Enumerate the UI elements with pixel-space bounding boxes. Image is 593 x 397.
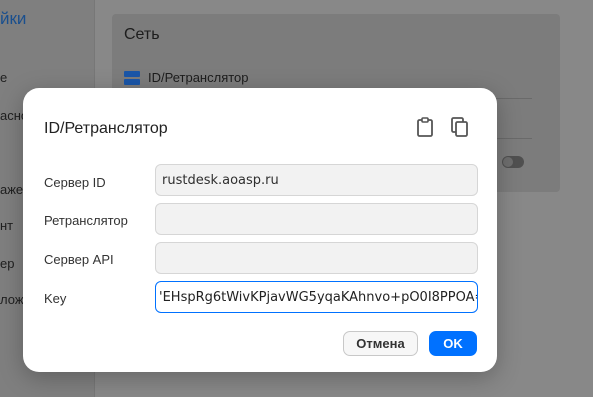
id-relay-row[interactable]: ID/Ретранслятор	[124, 70, 249, 85]
toggle-switch[interactable]	[502, 156, 524, 168]
api-server-label: Сервер API	[44, 252, 114, 267]
sidebar-item[interactable]: ер	[0, 256, 14, 271]
relay-label: Ретранслятор	[44, 213, 128, 228]
network-card-title: Сеть	[124, 26, 160, 43]
sidebar-title: йки	[0, 9, 27, 28]
server-id-input[interactable]: rustdesk.aoasp.ru	[155, 164, 478, 196]
ok-button[interactable]: OK	[429, 331, 477, 356]
cancel-button[interactable]: Отмена	[343, 331, 418, 356]
id-relay-row-label: ID/Ретранслятор	[148, 70, 249, 85]
key-label: Key	[44, 291, 67, 306]
dialog-title: ID/Ретранслятор	[44, 120, 168, 137]
server-icon	[124, 70, 140, 85]
server-id-label: Сервер ID	[44, 175, 106, 190]
sidebar-item[interactable]: аже	[0, 182, 23, 197]
api-server-input[interactable]	[155, 242, 478, 274]
id-relay-dialog: ID/Ретранслятор Сервер ID rustdesk.aoasp…	[23, 88, 497, 372]
sidebar-item[interactable]: е	[0, 70, 7, 85]
clipboard-paste-icon[interactable]	[415, 116, 435, 138]
sidebar-item[interactable]: нт	[0, 218, 13, 233]
copy-icon[interactable]	[450, 116, 470, 138]
relay-input[interactable]	[155, 203, 478, 235]
key-input[interactable]: 'EHspRg6tWivKPjavWG5yqaKAhnvo+pO0I8PPOA=	[155, 281, 478, 313]
